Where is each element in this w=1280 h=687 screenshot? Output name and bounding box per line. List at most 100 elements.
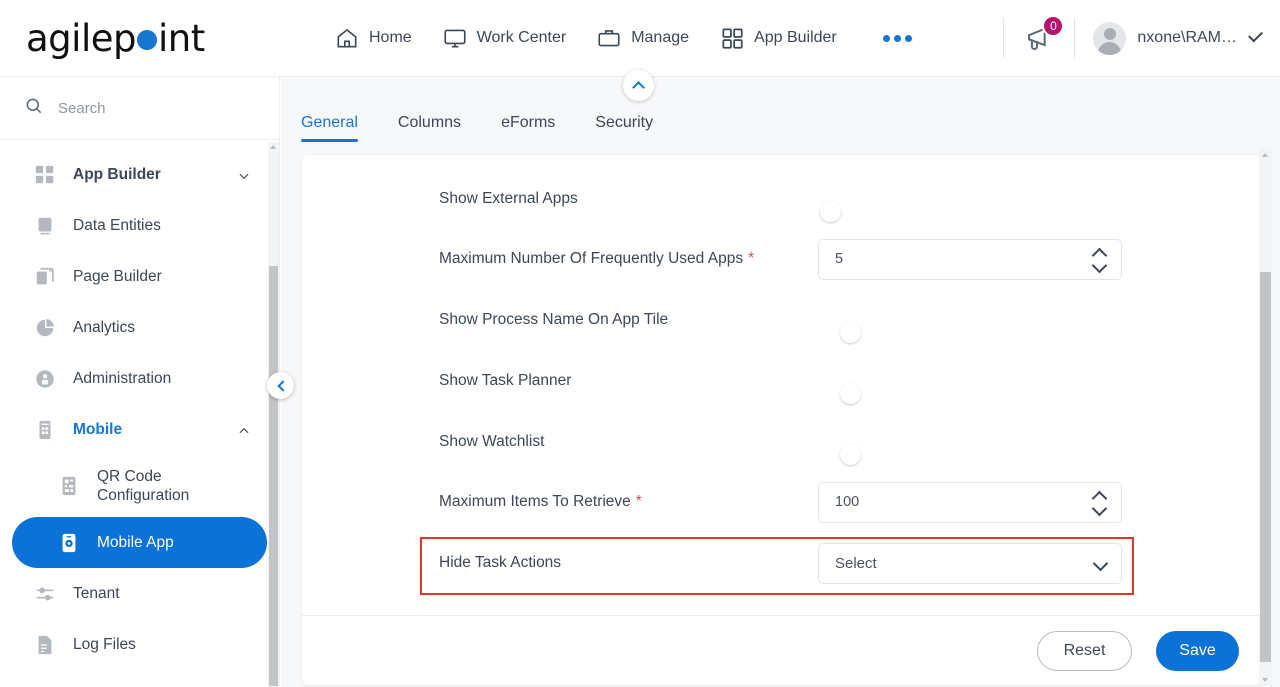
tab-security[interactable]: Security <box>595 114 653 142</box>
header-collapse-button[interactable] <box>623 70 654 101</box>
stepper-down-icon[interactable] <box>1091 257 1108 273</box>
sidebar-item-mobile[interactable]: Mobile <box>12 404 267 455</box>
chevron-down-icon[interactable] <box>237 169 249 181</box>
notification-count-badge: 0 <box>1042 15 1065 37</box>
scroll-down-arrow-icon[interactable] <box>1262 678 1268 682</box>
nav-item-manage[interactable]: Manage <box>596 25 689 51</box>
ellipsis-icon[interactable] <box>882 34 912 42</box>
scroll-up-arrow-icon[interactable] <box>270 145 276 149</box>
sidebar-item-tenant[interactable]: Tenant <box>12 568 267 619</box>
number-input-field[interactable]: 5 <box>818 238 1122 280</box>
nav-item-manage-label: Manage <box>631 29 690 46</box>
sidebar-item-app-builder[interactable]: App Builder <box>12 149 267 200</box>
tab-general[interactable]: General <box>301 114 358 142</box>
number-input-value: 5 <box>835 251 844 267</box>
save-button-label: Save <box>1179 641 1216 659</box>
form-label-text: Maximum Number Of Frequently Used Apps <box>439 250 744 267</box>
select-hide-task-actions[interactable]: Select <box>818 542 1122 584</box>
form-row-show-task-planner: Show Task Planner <box>302 355 1261 407</box>
form-row-hide-task-actions: Hide Task Actions Select <box>302 537 1261 595</box>
sidebar-collapse-button[interactable] <box>267 372 294 399</box>
tab-security-label: Security <box>595 114 654 131</box>
sidebar-item-mobile-label: Mobile <box>73 420 123 438</box>
logo-text: agilep int <box>26 17 205 60</box>
nav-item-home-label: Home <box>369 29 412 46</box>
application-root: agilep int Home Work Center Manage App B… <box>0 0 1280 687</box>
chevron-down-icon[interactable] <box>1092 555 1109 571</box>
search-input[interactable]: Search <box>0 77 279 140</box>
nav-item-work-center-label: Work Center <box>476 29 567 46</box>
form-footer: Reset Save <box>302 615 1261 685</box>
search-icon <box>24 96 44 121</box>
nav-item-home[interactable]: Home <box>334 25 412 51</box>
user-avatar-icon <box>1093 21 1127 55</box>
notifications-button[interactable]: 0 <box>1022 15 1065 55</box>
user-lock-icon <box>34 368 56 390</box>
chevron-left-icon <box>276 379 289 392</box>
briefcase-icon <box>596 25 622 51</box>
sidebar-item-qr-code-configuration[interactable]: QR Code Configuration <box>12 455 267 517</box>
content-scrollbar-thumb[interactable] <box>1260 272 1271 662</box>
logo-blue-dot-icon <box>136 29 157 50</box>
user-menu[interactable]: nxone\RAM… <box>1093 21 1263 55</box>
form-row-show-process-name: Show Process Name On App Tile <box>302 294 1261 346</box>
sidebar-item-log-files[interactable]: Log Files <box>12 619 267 670</box>
megaphone-icon <box>1022 27 1056 59</box>
tab-general-label: General <box>301 114 358 131</box>
sidebar-item-log-files-label: Log Files <box>73 635 136 653</box>
chevron-down-icon[interactable] <box>1248 27 1263 43</box>
save-button[interactable]: Save <box>1156 630 1239 671</box>
sidebar-scrollbar-thumb[interactable] <box>269 266 278 686</box>
header-divider-2 <box>1074 18 1076 58</box>
select-field[interactable]: Select <box>818 542 1122 584</box>
sidebar-item-tenant-label: Tenant <box>73 584 120 602</box>
logo-text-part1: agilep <box>26 16 136 60</box>
number-input-max-frequently-used-apps[interactable]: 5 <box>818 238 1122 280</box>
sidebar-nav-list: App Builder Data Entities Page Builder A… <box>0 140 279 687</box>
form-label-show-process-name: Show Process Name On App Tile <box>439 311 669 328</box>
database-icon <box>34 215 56 237</box>
sidebar-item-administration[interactable]: Administration <box>12 353 267 404</box>
home-icon <box>334 25 360 51</box>
chevron-up-icon[interactable] <box>237 424 249 436</box>
number-input-field[interactable]: 100 <box>818 481 1122 523</box>
stepper-down-icon[interactable] <box>1091 500 1108 516</box>
grid-icon <box>719 25 745 51</box>
sidebar-item-mobile-app[interactable]: Mobile App <box>12 517 267 568</box>
pie-chart-icon <box>34 317 56 339</box>
nav-item-work-center[interactable]: Work Center <box>442 25 567 51</box>
sidebar-item-analytics[interactable]: Analytics <box>12 302 267 353</box>
search-placeholder-label: Search <box>58 99 106 117</box>
logo-text-part2: int <box>157 16 205 60</box>
document-icon <box>34 634 56 656</box>
number-input-value: 100 <box>835 494 860 510</box>
required-marker: * <box>748 250 755 267</box>
content-scrollbar[interactable] <box>1259 149 1272 686</box>
form-row-show-external-apps: Show External Apps <box>302 173 1261 225</box>
number-input-max-items-to-retrieve[interactable]: 100 <box>818 481 1122 523</box>
form-row-max-frequently-used-apps: Maximum Number Of Frequently Used Apps * … <box>302 233 1261 285</box>
toggle-knob <box>820 201 841 222</box>
tab-columns[interactable]: Columns <box>398 114 461 142</box>
form-label-show-external-apps: Show External Apps <box>439 190 578 207</box>
main-content: General Columns eForms Security Show Ext… <box>281 70 1280 687</box>
number-stepper[interactable] <box>1091 489 1108 518</box>
nav-item-app-builder[interactable]: App Builder <box>719 25 837 51</box>
form-label-text: Maximum Items To Retrieve <box>439 493 631 510</box>
toggle-knob <box>840 444 861 465</box>
reset-button[interactable]: Reset <box>1037 630 1132 671</box>
agilepoint-logo[interactable]: agilep int <box>0 17 280 60</box>
number-stepper[interactable] <box>1091 246 1108 275</box>
tab-bar: General Columns eForms Security <box>281 70 1280 142</box>
qr-code-icon <box>58 475 80 497</box>
scroll-up-arrow-icon[interactable] <box>1262 153 1268 157</box>
sidebar-item-data-entities[interactable]: Data Entities <box>12 200 267 251</box>
tab-eforms[interactable]: eForms <box>501 114 555 142</box>
sidebar-item-page-builder[interactable]: Page Builder <box>12 251 267 302</box>
form-row-max-items-to-retrieve: Maximum Items To Retrieve * 100 <box>302 476 1261 528</box>
grid-check-icon <box>34 164 56 186</box>
header-right-group: 0 nxone\RAM… <box>985 0 1280 76</box>
sidebar-scrollbar[interactable] <box>268 142 279 687</box>
monitor-icon <box>442 25 468 51</box>
sidebar-item-app-builder-label: App Builder <box>73 165 161 183</box>
